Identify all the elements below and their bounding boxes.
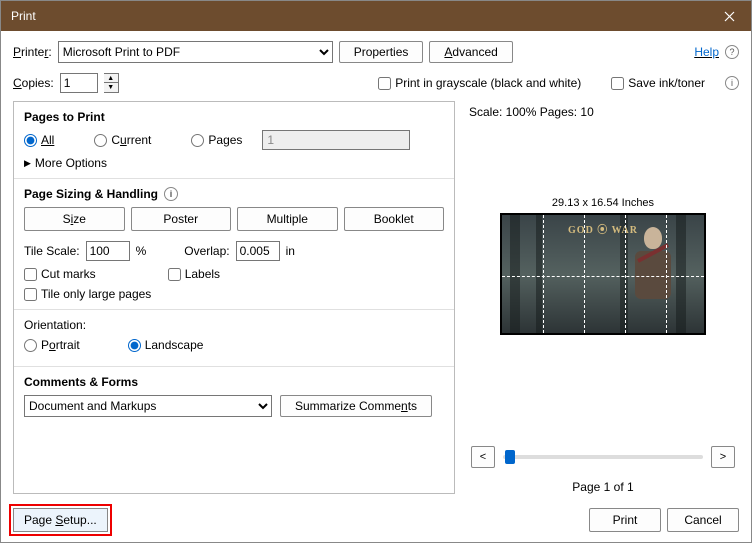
copies-spinner[interactable]: ▲▼ bbox=[104, 73, 119, 93]
print-dialog: Print Printer: Microsoft Print to PDF Pr… bbox=[0, 0, 752, 543]
multiple-button[interactable]: Multiple bbox=[237, 207, 338, 231]
pages-current-radio[interactable]: Current bbox=[94, 133, 151, 147]
copies-input[interactable] bbox=[60, 73, 98, 93]
print-button[interactable]: Print bbox=[589, 508, 661, 532]
pages-all-radio[interactable]: All bbox=[24, 133, 54, 147]
overlap-input[interactable] bbox=[236, 241, 280, 261]
print-preview: GOD ⦿ WAR bbox=[500, 213, 706, 335]
dimensions-label: 29.13 x 16.54 Inches bbox=[467, 197, 739, 209]
comments-section: Comments & Forms Document and Markups Su… bbox=[14, 367, 454, 425]
poster-button[interactable]: Poster bbox=[131, 207, 232, 231]
printer-select[interactable]: Microsoft Print to PDF bbox=[58, 41, 333, 63]
landscape-radio[interactable]: Landscape bbox=[128, 338, 204, 352]
summarize-button[interactable]: Summarize Comments bbox=[280, 395, 432, 417]
next-page-button[interactable]: > bbox=[711, 446, 735, 468]
sizing-info-icon[interactable]: i bbox=[164, 187, 178, 201]
help-info-icon[interactable]: ? bbox=[725, 45, 739, 59]
pages-range-radio[interactable]: Pages bbox=[191, 133, 242, 147]
preview-figure bbox=[628, 227, 678, 327]
scale-info: Scale: 100% Pages: 10 bbox=[467, 101, 739, 119]
titlebar: Print bbox=[1, 1, 751, 31]
copies-label: Copies: bbox=[13, 76, 54, 90]
overlap-label: Overlap: bbox=[184, 244, 229, 258]
close-button[interactable] bbox=[707, 1, 751, 31]
cancel-button[interactable]: Cancel bbox=[667, 508, 739, 532]
preview-slider[interactable] bbox=[503, 455, 703, 459]
comments-title: Comments & Forms bbox=[24, 375, 444, 389]
page-indicator: Page 1 of 1 bbox=[467, 480, 739, 494]
prev-page-button[interactable]: < bbox=[471, 446, 495, 468]
orientation-section: Orientation: Portrait Landscape bbox=[14, 310, 454, 367]
pages-to-print-title: Pages to Print bbox=[24, 110, 444, 124]
advanced-button[interactable]: Advanced bbox=[429, 41, 512, 63]
page-setup-button[interactable]: Page Setup... bbox=[13, 508, 108, 532]
comments-select[interactable]: Document and Markups bbox=[24, 395, 272, 417]
tile-scale-input[interactable] bbox=[86, 241, 130, 261]
properties-button[interactable]: Properties bbox=[339, 41, 424, 63]
size-button[interactable]: Size bbox=[24, 207, 125, 231]
ink-info-icon[interactable]: i bbox=[725, 76, 739, 90]
orientation-title: Orientation: bbox=[24, 318, 444, 332]
grayscale-checkbox[interactable]: Print in grayscale (black and white) bbox=[378, 76, 581, 90]
booklet-button[interactable]: Booklet bbox=[344, 207, 445, 231]
more-options-toggle[interactable]: ▶More Options bbox=[24, 156, 444, 170]
portrait-radio[interactable]: Portrait bbox=[24, 338, 80, 352]
sizing-title: Page Sizing & Handling bbox=[24, 187, 158, 201]
tile-only-checkbox[interactable]: Tile only large pages bbox=[24, 287, 444, 301]
window-title: Print bbox=[11, 9, 36, 23]
cut-marks-checkbox[interactable]: Cut marks bbox=[24, 267, 96, 281]
labels-checkbox[interactable]: Labels bbox=[168, 267, 220, 281]
help-link[interactable]: Help bbox=[694, 45, 719, 59]
tile-scale-label: Tile Scale: bbox=[24, 244, 80, 258]
pages-to-print-section: Pages to Print All Current Pages ▶More O… bbox=[14, 102, 454, 179]
pages-range-input[interactable] bbox=[262, 130, 410, 150]
save-ink-checkbox[interactable]: Save ink/toner bbox=[611, 76, 705, 90]
page-sizing-section: Page Sizing & Handling i Size Poster Mul… bbox=[14, 179, 454, 310]
printer-label: Printer: bbox=[13, 45, 52, 59]
